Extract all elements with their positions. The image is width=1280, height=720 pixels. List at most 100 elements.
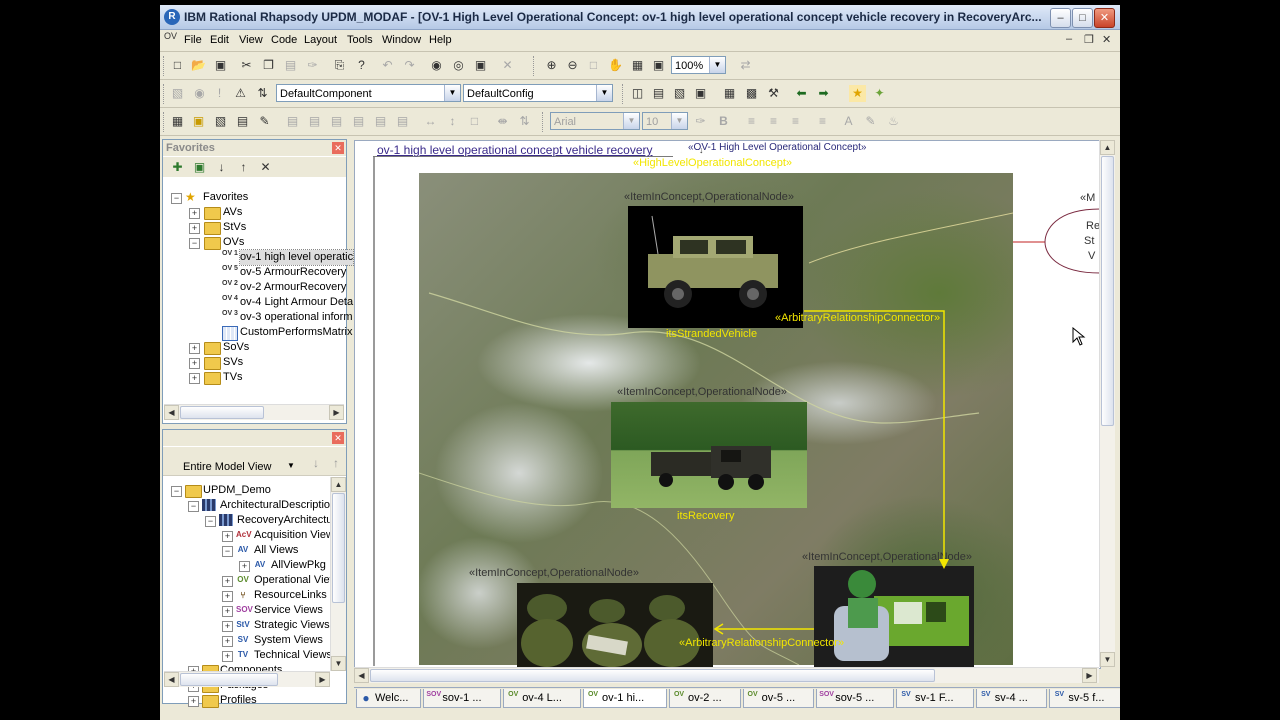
forward-arrow-icon[interactable]: ➡ (815, 85, 832, 102)
remove-favorite-icon[interactable]: ✕ (257, 159, 274, 176)
favorites-close-button[interactable]: ✕ (332, 142, 344, 154)
expand-icon[interactable]: + (189, 373, 200, 384)
locate-icon[interactable]: ▣ (472, 57, 489, 74)
add-favorite-folder-icon[interactable]: ✚ (169, 159, 186, 176)
scroll-right-arrow[interactable]: ▶ (315, 672, 330, 687)
align-center-icon[interactable]: ▤ (306, 113, 323, 130)
chevron-down-icon[interactable]: ▼ (709, 57, 725, 73)
fill-color-icon[interactable]: ♨ (885, 113, 902, 130)
expand-icon[interactable]: + (222, 591, 233, 602)
tree-item-model[interactable]: + AV AllViewPkg (163, 558, 329, 573)
scroll-thumb[interactable] (332, 493, 345, 603)
grid-icon[interactable]: ▩ (743, 85, 760, 102)
align-bottom-icon[interactable]: ▤ (394, 113, 411, 130)
zoom-select[interactable]: 100% ▼ (671, 56, 726, 74)
undo-icon[interactable]: ↶ (379, 57, 396, 74)
tree-item-favorite[interactable]: OV 3 ov-3 operational inform (163, 310, 353, 325)
scroll-right-arrow[interactable]: ▶ (1082, 668, 1097, 683)
operator-console-image[interactable] (814, 566, 974, 668)
expand-icon[interactable]: + (222, 621, 233, 632)
sync-icon[interactable]: ⇅ (254, 85, 271, 102)
minimize-button[interactable]: – (1050, 8, 1071, 28)
canvas-vscrollbar[interactable]: ▲ ▼ (1099, 140, 1115, 667)
edit-icon[interactable]: ✎ (256, 113, 273, 130)
mdi-restore-button[interactable]: ❐ (1084, 33, 1094, 46)
menu-help[interactable]: Help (429, 34, 452, 46)
tree-item-model[interactable]: − RecoveryArchitectu (163, 513, 332, 528)
print-icon[interactable]: ⎘ (331, 57, 348, 74)
add-favorite-icon[interactable]: ✦ (871, 85, 888, 102)
diagram-title-link[interactable]: ov-1 high level operational concept vehi… (377, 143, 653, 157)
collapse-icon[interactable]: − (188, 501, 199, 512)
tree-item-model[interactable]: + Profiles (163, 693, 329, 708)
toolbar-grip[interactable] (163, 112, 167, 132)
build-icon[interactable]: ◉ (191, 85, 208, 102)
align-top-icon[interactable]: ▤ (350, 113, 367, 130)
favorites-hscrollbar[interactable]: ◀ ▶ (164, 404, 344, 420)
favorite-star-icon[interactable]: ★ (849, 85, 866, 102)
browser-close-button[interactable]: ✕ (332, 432, 344, 444)
browser-toggle-icon[interactable]: ◫ (629, 85, 646, 102)
tree-item-favorite[interactable]: OV 4 ov-4 Light Armour Deta (163, 295, 353, 310)
move-up-icon[interactable]: ↑ (235, 159, 252, 176)
chevron-down-icon[interactable]: ▼ (444, 85, 460, 101)
save-icon[interactable]: ▣ (212, 57, 229, 74)
humvee-vehicle-image[interactable] (628, 206, 803, 328)
font-select[interactable]: Arial ▼ (550, 112, 640, 130)
redo-icon[interactable]: ↷ (401, 57, 418, 74)
rhapsody-icon[interactable]: R (164, 9, 180, 25)
tree-item-favorite[interactable]: + AVs (163, 205, 344, 220)
chevron-down-icon[interactable]: ▼ (623, 113, 639, 129)
scroll-thumb[interactable] (180, 406, 264, 419)
tree-item-model[interactable]: − ArchitecturalDescription (163, 498, 336, 513)
expand-icon[interactable]: + (222, 606, 233, 617)
bold-icon[interactable]: B (715, 113, 732, 130)
tree-item-model[interactable]: + AcV Acquisition View (163, 528, 334, 543)
delete-icon[interactable]: ✕ (499, 57, 516, 74)
tree-item-favorite[interactable]: OV 1 ov-1 high level operatic (163, 249, 355, 266)
tree-item-model[interactable]: + SV System Views (163, 633, 329, 648)
tab-diagram[interactable]: SOV sov-1 ... (423, 689, 502, 708)
same-size-icon[interactable]: □ (466, 113, 483, 130)
close-button[interactable]: ✕ (1094, 8, 1115, 28)
tree-item-model[interactable]: + SOV Service Views (163, 603, 329, 618)
new-icon[interactable]: □ (169, 57, 186, 74)
collapse-icon[interactable]: − (171, 486, 182, 497)
tab-diagram[interactable]: OV ov-5 ... (742, 689, 815, 708)
tab-diagram[interactable]: SV sv-1 F... (896, 689, 974, 708)
tab-diagram[interactable]: SV sv-5 f... (1049, 689, 1120, 708)
font-color-icon[interactable]: A (840, 113, 857, 130)
toolbar-grip[interactable] (533, 56, 537, 76)
collapse-icon[interactable]: − (189, 238, 200, 249)
tab-diagram[interactable]: ● Welc... (356, 689, 422, 708)
text-align-center-icon[interactable]: ≡ (765, 113, 782, 130)
expand-icon[interactable]: + (222, 576, 233, 587)
browser-vscrollbar[interactable]: ▲ ▼ (330, 477, 346, 671)
tab-diagram[interactable]: OV ov-1 hi... (583, 689, 667, 708)
help-icon[interactable]: ? (353, 57, 370, 74)
text-align-right-icon[interactable]: ≡ (787, 113, 804, 130)
expand-icon[interactable]: + (222, 531, 233, 542)
scroll-thumb[interactable] (180, 673, 278, 686)
tree-item-model[interactable]: − UPDM_Demo (163, 483, 329, 498)
bullets-icon[interactable]: ≡ (814, 113, 831, 130)
font-size-select[interactable]: 10 ▼ (642, 112, 688, 130)
scroll-left-arrow[interactable]: ◀ (164, 405, 179, 420)
expand-icon[interactable]: + (222, 651, 233, 662)
collapse-icon[interactable]: − (171, 193, 182, 204)
scroll-left-arrow[interactable]: ◀ (164, 672, 179, 687)
same-width-icon[interactable]: ↔ (422, 113, 439, 130)
tree-item-model[interactable]: + StV Strategic Views (163, 618, 330, 633)
scroll-thumb[interactable] (370, 669, 935, 682)
menu-view[interactable]: View (239, 34, 263, 46)
canvas-hscrollbar[interactable]: ◀ ▶ (354, 667, 1099, 683)
diagram-navigator-icon[interactable]: ▧ (671, 85, 688, 102)
tree-item-favorite[interactable]: CustomPerformsMatrix (163, 325, 352, 341)
chevron-down-icon[interactable]: ▼ (287, 461, 295, 470)
same-height-icon[interactable]: ↕ (444, 113, 461, 130)
component-select[interactable]: DefaultComponent ▼ (276, 84, 461, 102)
scroll-down-arrow[interactable]: ▼ (331, 656, 346, 671)
zoom-to-selection-icon[interactable]: ▣ (650, 57, 667, 74)
scroll-up-arrow[interactable]: ▲ (1100, 140, 1115, 155)
snap-icon[interactable]: ▤ (234, 113, 251, 130)
